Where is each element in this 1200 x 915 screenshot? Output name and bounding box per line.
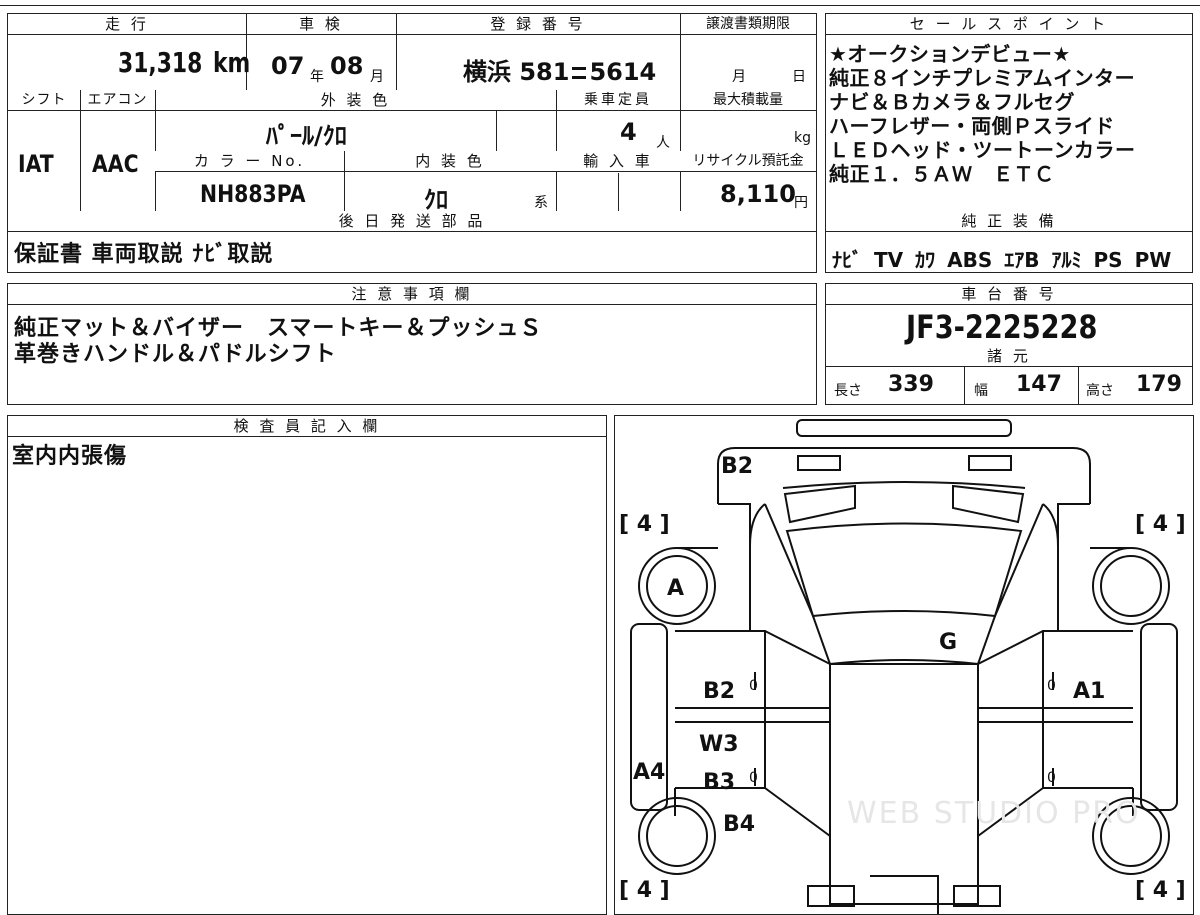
mileage-value: 31,318 [118, 46, 203, 79]
delivery-parts-text: 保証書 車両取説 ﾅﾋﾞ取説 [14, 242, 274, 267]
damage-mark-b3: B3 [703, 770, 736, 795]
header-chassis: 車 台 番 号 [826, 284, 1192, 305]
notes-line-1: 純正マット＆バイザー スマートキー＆プッシュＳ [14, 316, 543, 341]
top-edge-line [0, 5, 1200, 6]
notes-line-2: 革巻きハンドル＆パドルシフト [14, 342, 337, 367]
header-shift: シフト [8, 90, 80, 111]
damage-mark-b2-front: B2 [721, 454, 754, 479]
equipment-item: ABS [947, 248, 993, 272]
plate-dot-icon [572, 67, 587, 79]
equipment-list: ﾅﾋﾞ TV ｶﾜ ABS ｴｱB ｱﾙﾐ PS PW [832, 244, 1171, 273]
zero-mark-right-front: 0 [1047, 678, 1056, 694]
aircon-value: AAC [92, 150, 139, 178]
color-no-value: NH883PA [200, 180, 306, 208]
header-notes: 注 意 事 項 欄 [8, 284, 816, 305]
header-mileage: 走 行 [8, 14, 246, 35]
sales-point-line-3: ナビ＆Ｂカメラ＆フルセグ [829, 90, 1075, 114]
width-label: 幅 [974, 383, 988, 399]
sales-point-line-5: ＬＥＤヘッド・ツートーンカラー [829, 138, 1136, 162]
damage-mark-a: A [667, 576, 685, 601]
inspection-month-unit: 月 [370, 69, 384, 85]
inspection-year-unit: 年 [310, 69, 324, 85]
equipment-item: ｴｱB [1004, 248, 1040, 272]
header-color-no: カ ラ ー No. [155, 151, 344, 172]
capacity-value: 4 [620, 118, 637, 146]
header-capacity: 乗車定員 [556, 90, 680, 111]
header-dims: 諸 元 [826, 346, 1192, 367]
zero-mark-left-front: 0 [749, 678, 758, 694]
registration-plate: 横浜 581 5614 [463, 58, 657, 86]
header-import: 輸 入 車 [556, 151, 680, 172]
equipment-item: PW [1134, 248, 1172, 272]
header-aircon: エアコン [80, 90, 155, 111]
damage-mark-b4: B4 [723, 812, 756, 837]
sales-point-box: セ ー ル ス ポ イ ン ト ★オークションデビュー★ 純正８インチプレミアム… [825, 13, 1193, 273]
interior-suffix: 系 [534, 195, 548, 211]
tire-rear-left-mark: [ 4 ] [619, 878, 670, 903]
exterior-color-value: ﾊﾟｰﾙ/ｸﾛ [266, 122, 347, 150]
car-outline-drawing [630, 419, 1178, 914]
mileage-unit: km [213, 46, 251, 79]
sales-point-line-4: ハーフレザー・両側Ｐスライド [829, 114, 1115, 138]
deadline-month-unit: 月 [732, 69, 746, 85]
inspection-month: 08 [330, 52, 364, 80]
damage-mark-b2-door: B2 [703, 679, 736, 704]
zero-mark-left-rear: 0 [749, 770, 758, 786]
header-interior-color: 内 装 色 [344, 151, 556, 172]
damage-mark-a4: A4 [633, 760, 666, 785]
length-label: 長さ [834, 383, 862, 399]
damage-mark-g: G [939, 630, 958, 655]
header-registration: 登 録 番 号 [396, 14, 680, 35]
interior-color-value: ｸﾛ [424, 186, 448, 214]
inspector-text: 室内内張傷 [12, 444, 128, 469]
chassis-box: 車 台 番 号 JF3-2225228 諸 元 長さ 339 幅 147 高さ … [825, 283, 1193, 405]
height-label: 高さ [1086, 383, 1114, 399]
sales-point-line-1: ★オークションデビュー★ [829, 42, 1071, 66]
header-sales-point: セ ー ル ス ポ イ ン ト [826, 14, 1192, 35]
notes-box: 注 意 事 項 欄 純正マット＆バイザー スマートキー＆プッシュＳ 革巻きハンド… [7, 283, 817, 405]
header-equipment: 純 正 装 備 [826, 211, 1192, 232]
tire-front-right-mark: [ 4 ] [1135, 512, 1186, 537]
recycle-unit: 円 [794, 195, 808, 211]
watermark-text: WEB STUDIO PRO [847, 796, 1141, 831]
deadline-day-unit: 日 [792, 69, 806, 85]
header-inspection: 車 検 [246, 14, 396, 35]
equipment-item: ｶﾜ [915, 248, 936, 272]
inspector-box: 検 査 員 記 入 欄 室内内張傷 [7, 415, 607, 915]
header-recycle: リサイクル預託金 [680, 151, 816, 172]
equipment-item: ｱﾙﾐ [1051, 248, 1082, 272]
height-value: 179 [1136, 372, 1182, 397]
damage-mark-w3: W3 [699, 732, 739, 757]
load-unit: kg [794, 130, 811, 146]
chassis-number: JF3-2225228 [906, 308, 1098, 346]
equipment-item: PS [1093, 248, 1123, 272]
width-value: 147 [1016, 372, 1062, 397]
header-inspector: 検 査 員 記 入 欄 [8, 416, 606, 437]
shift-value: IAT [18, 150, 54, 178]
header-exterior-color: 外 装 色 [155, 90, 556, 111]
capacity-unit: 人 [656, 135, 670, 151]
header-delivery: 後 日 発 送 部 品 [8, 211, 816, 232]
header-max-load: 最大積載量 [680, 90, 816, 111]
zero-mark-right-rear: 0 [1047, 770, 1056, 786]
damage-mark-a1: A1 [1073, 679, 1106, 704]
equipment-item: ﾅﾋﾞ [832, 248, 862, 272]
tire-rear-right-mark: [ 4 ] [1135, 878, 1186, 903]
sales-point-line-6: 純正１．５ＡＷ ＥＴＣ [829, 162, 1055, 186]
recycle-value: 8,110 [720, 180, 796, 208]
equipment-item: TV [874, 248, 904, 272]
vehicle-damage-diagram: [ 4 ] [ 4 ] [ 4 ] [ 4 ] A B2 G B2 0 A1 0… [614, 415, 1194, 915]
inspection-year: 07 [271, 52, 305, 80]
sales-point-line-2: 純正８インチプレミアムインター [829, 66, 1136, 90]
tire-front-left-mark: [ 4 ] [619, 512, 670, 537]
header-transfer-deadline: 譲渡書類期限 [680, 14, 816, 35]
vehicle-info-table: 走 行 車 検 登 録 番 号 譲渡書類期限 31,318 km 07 年 08… [7, 13, 817, 273]
length-value: 339 [888, 372, 934, 397]
